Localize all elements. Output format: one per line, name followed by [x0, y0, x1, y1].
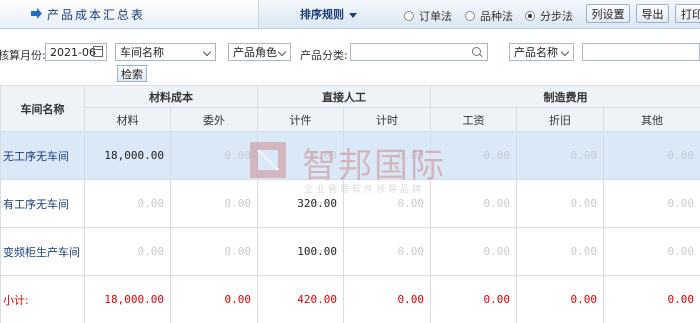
column-header[interactable]: 委外	[170, 107, 258, 132]
chevron-down-icon	[560, 47, 570, 57]
radio-icon	[465, 11, 475, 21]
product-name-select[interactable]: 产品名称	[509, 43, 574, 61]
period-label: 核算月份:	[0, 49, 46, 62]
value-cell: 0.00	[84, 227, 171, 276]
value-cell: 0.00	[170, 131, 258, 180]
column-header[interactable]: 工资	[430, 107, 517, 132]
workshop-name-cell[interactable]: 有工序无车间	[0, 179, 85, 228]
column-header[interactable]: 其他	[603, 107, 700, 132]
export-button[interactable]: 导出	[636, 4, 669, 23]
chevron-down-icon	[277, 47, 287, 57]
title-bar: 产品成本汇总表 排序规则 订单法 品种法 分步法 列设置 导出 打印	[0, 0, 700, 29]
value-cell: 0.00	[603, 131, 700, 180]
table-row[interactable]: 无工序无车间 18,000.00 0.00 0.00 0.00 0.00 0.0…	[0, 131, 700, 180]
value-cell: 0.00	[84, 179, 171, 228]
group-header-labor: 直接人工	[257, 85, 431, 108]
column-header[interactable]: 计件	[257, 107, 344, 132]
column-header-workshop[interactable]: 车间名称	[0, 85, 85, 132]
method-radio-variety[interactable]: 品种法	[465, 8, 513, 24]
page-title: 产品成本汇总表	[47, 8, 146, 22]
print-button[interactable]: 打印	[675, 4, 700, 23]
value-cell: 0.00	[603, 179, 700, 228]
total-row: 小计: 18,000.00 0.00 420.00 0.00 0.00 0.00…	[0, 275, 700, 323]
arrow-right-icon	[31, 8, 42, 19]
total-cell: 18,000.00	[84, 275, 171, 323]
value-cell: 100.00	[257, 227, 344, 276]
total-cell: 0.00	[516, 275, 604, 323]
value-cell: 0.00	[430, 179, 517, 228]
value-cell: 0.00	[257, 131, 344, 180]
value-cell: 0.00	[516, 131, 604, 180]
value-cell: 0.00	[516, 227, 604, 276]
group-header-material: 材料成本	[84, 85, 258, 108]
summary-table-wrap: 车间名称 材料成本 直接人工 制造费用 材料 委外 计件 计时 工资 折旧 其他…	[0, 85, 700, 323]
value-cell: 0.00	[430, 131, 517, 180]
radio-icon	[404, 11, 414, 21]
product-name-value: 产品名称	[514, 46, 558, 59]
value-cell: 0.00	[170, 227, 258, 276]
column-header[interactable]: 折旧	[516, 107, 604, 132]
workshop-select-value: 车间名称	[120, 46, 164, 59]
total-cell: 0.00	[343, 275, 431, 323]
value-cell: 0.00	[603, 227, 700, 276]
group-header-overhead: 制造费用	[430, 85, 700, 108]
column-settings-button[interactable]: 列设置	[586, 4, 630, 23]
sort-rule-label: 排序规则	[300, 8, 344, 21]
total-cell: 0.00	[430, 275, 517, 323]
search-icon[interactable]	[472, 47, 481, 56]
workshop-name-cell[interactable]: 无工序无车间	[0, 131, 85, 180]
category-label: 产品分类:	[300, 49, 348, 62]
period-value: 2021-06	[50, 45, 96, 59]
summary-table: 车间名称 材料成本 直接人工 制造费用 材料 委外 计件 计时 工资 折旧 其他…	[0, 85, 700, 323]
query-button[interactable]: 检索	[117, 65, 147, 82]
caret-down-icon	[349, 12, 357, 18]
method-label: 分步法	[540, 10, 573, 23]
calendar-icon[interactable]	[93, 46, 103, 57]
chevron-down-icon	[202, 47, 212, 57]
value-cell: 0.00	[343, 227, 431, 276]
value-cell: 0.00	[516, 179, 604, 228]
total-label: 小计:	[0, 275, 85, 323]
workshop-select[interactable]: 车间名称	[115, 43, 216, 61]
method-label: 订单法	[419, 10, 452, 23]
column-header[interactable]: 材料	[84, 107, 171, 132]
table-row[interactable]: 有工序无车间 0.00 0.00 320.00 0.00 0.00 0.00 0…	[0, 179, 700, 228]
sort-rule-dropdown[interactable]: 排序规则	[300, 6, 357, 22]
value-cell: 0.00	[343, 179, 431, 228]
workshop-name-cell[interactable]: 变频柜生产车间	[0, 227, 85, 276]
value-cell: 0.00	[170, 179, 258, 228]
method-radio-order[interactable]: 订单法	[404, 8, 452, 24]
product-role-select[interactable]: 产品角色	[228, 43, 291, 61]
table-row[interactable]: 变频柜生产车间 0.00 0.00 100.00 0.00 0.00 0.00 …	[0, 227, 700, 276]
value-cell: 0.00	[430, 227, 517, 276]
radio-selected-icon	[525, 11, 535, 21]
keyword-input[interactable]	[582, 43, 700, 61]
period-input[interactable]: 2021-06	[45, 43, 107, 61]
column-header[interactable]: 计时	[343, 107, 431, 132]
method-label: 品种法	[480, 10, 513, 23]
value-cell: 0.00	[343, 131, 431, 180]
method-radio-step[interactable]: 分步法	[525, 8, 573, 24]
total-cell: 420.00	[257, 275, 344, 323]
value-cell: 320.00	[257, 179, 344, 228]
filter-bar: 核算月份: 2021-06 车间名称 产品角色 产品分类: 产品名称 检索	[0, 28, 700, 83]
total-cell: 0.00	[603, 275, 700, 323]
category-input[interactable]	[350, 43, 488, 61]
report-title-tab: 产品成本汇总表	[0, 0, 259, 28]
value-cell: 18,000.00	[84, 131, 171, 180]
total-cell: 0.00	[170, 275, 258, 323]
product-role-value: 产品角色	[233, 46, 277, 59]
